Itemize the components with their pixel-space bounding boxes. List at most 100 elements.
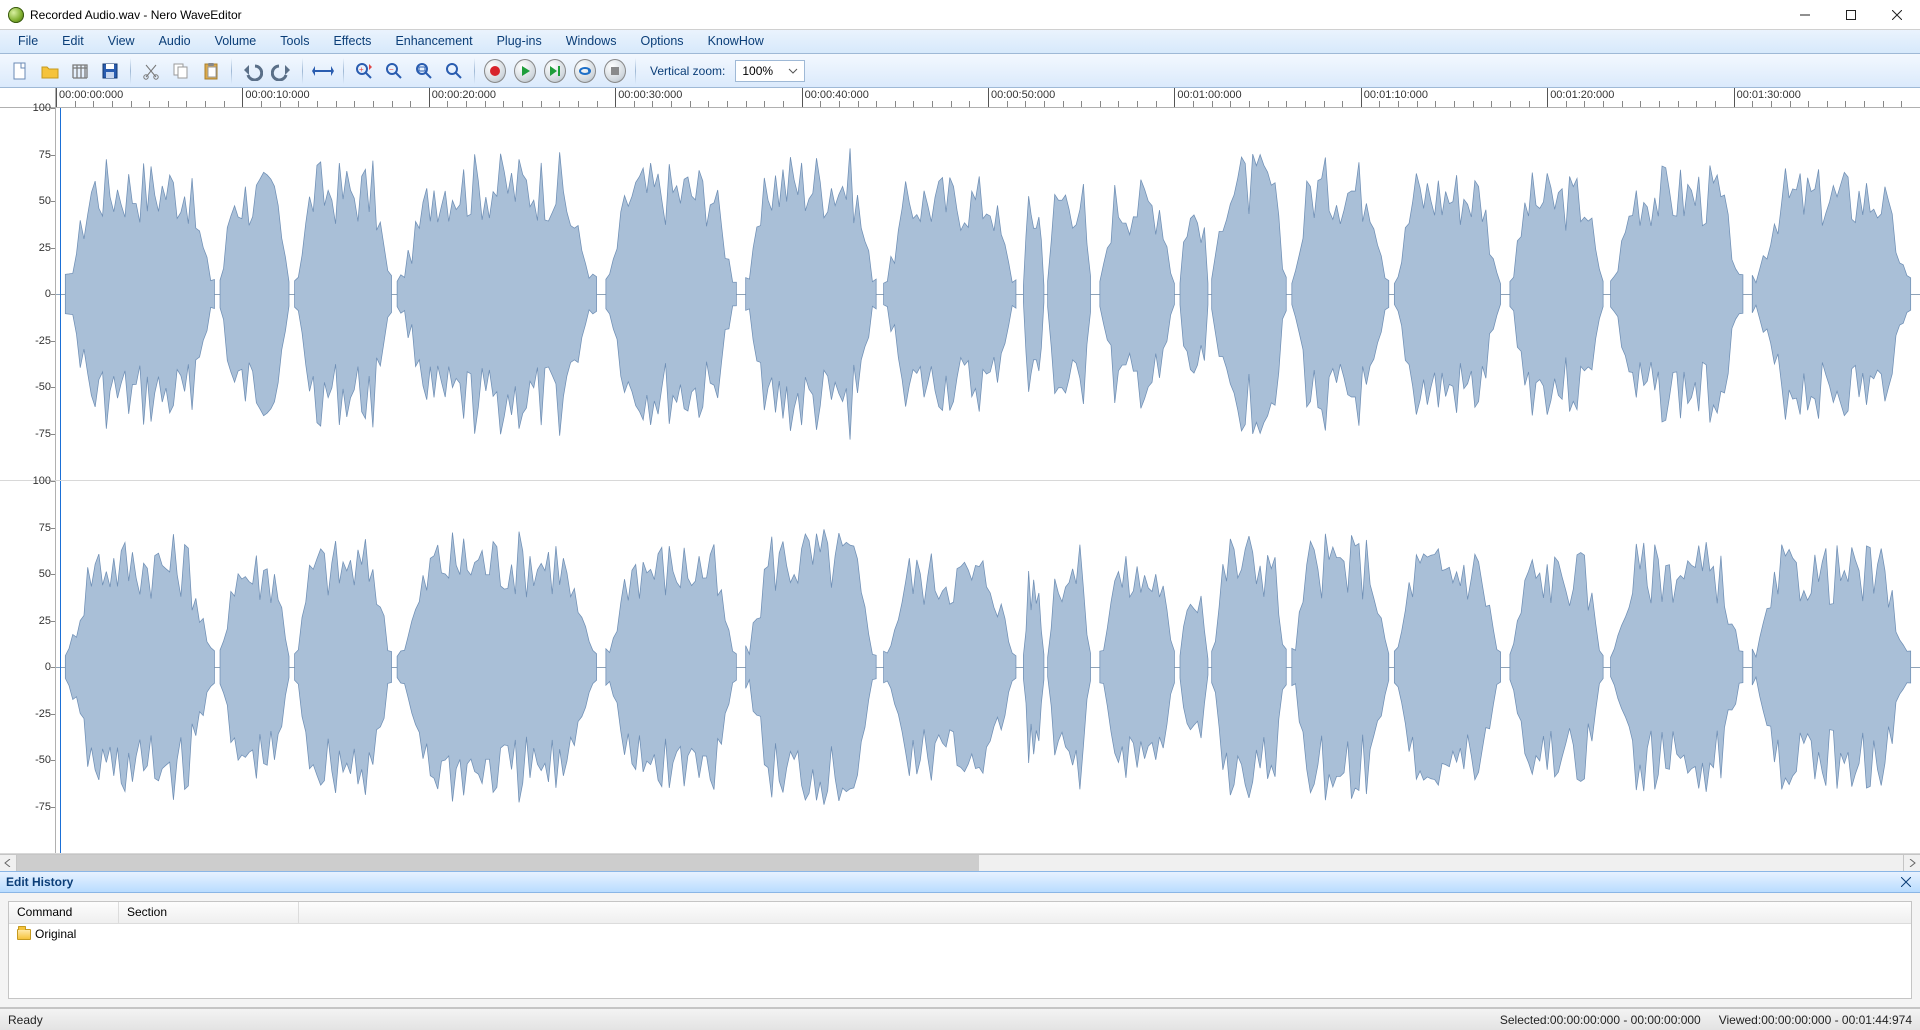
ruler-tick-minor xyxy=(522,101,523,107)
close-button[interactable] xyxy=(1874,0,1920,30)
zoom-out-icon: − xyxy=(384,61,404,81)
maximize-button[interactable] xyxy=(1828,0,1874,30)
waveform-segment xyxy=(606,163,736,425)
new-file-icon xyxy=(10,61,30,81)
loop-button[interactable] xyxy=(571,57,599,85)
y-tick-label: 25 xyxy=(3,615,51,627)
zoom-selection-button[interactable] xyxy=(410,57,438,85)
waveform-segment xyxy=(220,556,289,779)
ruler-tick-minor xyxy=(1715,101,1716,107)
wave-canvas[interactable] xyxy=(56,481,1920,853)
ruler-tick-label: 00:00:00:000 xyxy=(59,89,123,101)
scrollbar-thumb[interactable] xyxy=(17,855,979,871)
menu-view[interactable]: View xyxy=(96,30,147,53)
table-row[interactable]: Original xyxy=(9,924,1911,944)
library-icon xyxy=(70,61,90,81)
scroll-right-button[interactable] xyxy=(1903,855,1920,871)
waveform-segment xyxy=(1611,165,1743,422)
undo-button[interactable] xyxy=(238,57,266,85)
ruler-tick-minor xyxy=(932,101,933,107)
scroll-left-button[interactable] xyxy=(0,855,17,871)
ruler-tick-minor xyxy=(298,101,299,107)
time-ruler[interactable]: 00:00:00:00000:00:10:00000:00:20:00000:0… xyxy=(56,88,1920,107)
menu-edit[interactable]: Edit xyxy=(50,30,96,53)
save-button[interactable] xyxy=(96,57,124,85)
ruler-tick-minor xyxy=(1025,101,1026,107)
close-icon xyxy=(1901,877,1911,887)
y-tick xyxy=(51,434,55,435)
menu-effects[interactable]: Effects xyxy=(321,30,383,53)
y-tick xyxy=(51,714,55,715)
ruler-tick-minor xyxy=(895,101,896,107)
ruler-tick-major xyxy=(1174,88,1175,107)
waveform-area: 1007550250-25-50-751007550250-25-50-75 xyxy=(0,108,1920,871)
record-button[interactable] xyxy=(481,57,509,85)
waveform-svg xyxy=(56,108,1920,480)
panel-close-button[interactable] xyxy=(1898,874,1914,890)
zoom-full-button[interactable] xyxy=(440,57,468,85)
play-button[interactable] xyxy=(511,57,539,85)
waveform-segment xyxy=(1292,534,1389,800)
playhead[interactable] xyxy=(60,481,61,853)
ruler-tick-minor xyxy=(708,101,709,107)
y-tick xyxy=(51,248,55,249)
ruler-tick-minor xyxy=(1193,101,1194,107)
open-file-button[interactable] xyxy=(36,57,64,85)
menu-file[interactable]: File xyxy=(6,30,50,53)
scrollbar-track[interactable] xyxy=(17,855,1903,871)
y-tick xyxy=(51,155,55,156)
ruler-tick-major xyxy=(615,88,616,107)
waveform-segment xyxy=(746,529,876,804)
menu-tools[interactable]: Tools xyxy=(268,30,321,53)
ruler-tick-major xyxy=(802,88,803,107)
vertical-zoom-select[interactable]: 100% xyxy=(735,60,805,82)
status-viewed-value: 00:00:00:000 - 00:01:44:974 xyxy=(1761,1013,1912,1027)
redo-button[interactable] xyxy=(268,57,296,85)
select-all-button[interactable] xyxy=(309,57,337,85)
zoom-out-button[interactable]: − xyxy=(380,57,408,85)
menu-windows[interactable]: Windows xyxy=(554,30,629,53)
waveform-segment xyxy=(65,534,214,800)
menu-plugins[interactable]: Plug-ins xyxy=(485,30,554,53)
col-filler xyxy=(299,902,1911,923)
ruler-tick-minor xyxy=(1659,101,1660,107)
library-button[interactable] xyxy=(66,57,94,85)
wave-canvas[interactable] xyxy=(56,108,1920,480)
horizontal-scrollbar[interactable] xyxy=(0,854,1920,871)
col-section[interactable]: Section xyxy=(119,902,299,923)
waveform-segment xyxy=(1048,184,1091,404)
waveform-segment xyxy=(1394,173,1500,414)
menu-enhancement[interactable]: Enhancement xyxy=(383,30,484,53)
waveform-segment xyxy=(606,544,736,789)
new-file-button[interactable] xyxy=(6,57,34,85)
minimize-button[interactable] xyxy=(1782,0,1828,30)
ruler-tick-minor xyxy=(112,101,113,107)
menu-audio[interactable]: Audio xyxy=(147,30,203,53)
ruler-tick-minor xyxy=(1883,101,1884,107)
ruler-tick-minor xyxy=(541,101,542,107)
col-command[interactable]: Command xyxy=(9,902,119,923)
paste-icon xyxy=(201,61,221,81)
cut-button[interactable] xyxy=(137,57,165,85)
app-window: Recorded Audio.wav - Nero WaveEditor Fil… xyxy=(0,0,1920,1030)
status-selected-value: 00:00:00:000 - 00:00:00:000 xyxy=(1550,1013,1701,1027)
stop-button[interactable] xyxy=(601,57,629,85)
ruler-tick-minor xyxy=(597,101,598,107)
menu-options[interactable]: Options xyxy=(628,30,695,53)
ruler-tick-minor xyxy=(1808,101,1809,107)
playhead[interactable] xyxy=(60,108,61,480)
ruler-tick-minor xyxy=(1398,101,1399,107)
ruler-tick-minor xyxy=(1491,101,1492,107)
y-tick-label: -25 xyxy=(3,708,51,720)
menu-volume[interactable]: Volume xyxy=(203,30,269,53)
ruler-tick-minor xyxy=(1454,101,1455,107)
waveform-segment xyxy=(884,176,1016,411)
paste-button[interactable] xyxy=(197,57,225,85)
menu-knowhow[interactable]: KnowHow xyxy=(696,30,776,53)
copy-button[interactable] xyxy=(167,57,195,85)
play-selection-button[interactable] xyxy=(541,57,569,85)
ruler-tick-minor xyxy=(1566,101,1567,107)
play-icon xyxy=(519,65,531,77)
zoom-in-button[interactable]: + xyxy=(350,57,378,85)
ruler-tick-label: 00:00:50:000 xyxy=(991,89,1055,101)
